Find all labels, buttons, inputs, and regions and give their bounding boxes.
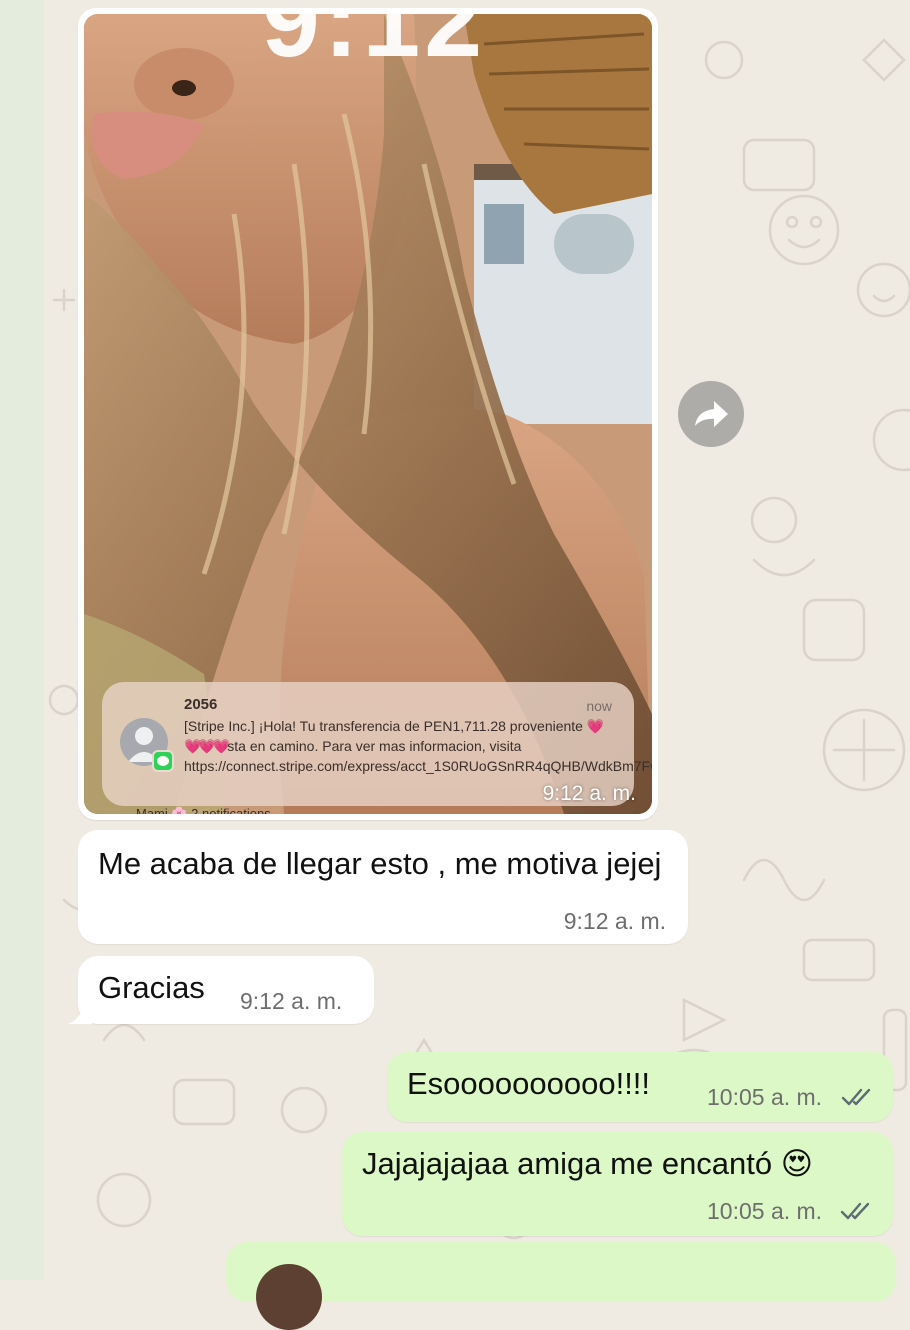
image-timestamp: 9:12 a. m. <box>542 782 636 805</box>
next-notification-peek: Mami 🌸 2 notifications <box>136 806 271 814</box>
messages-app-icon <box>152 750 174 772</box>
message-text: Gracias <box>98 970 205 1005</box>
message-time: 9:12 a. m. <box>240 988 343 1014</box>
notification-time: now <box>586 698 612 714</box>
bubble-tail <box>68 1002 92 1024</box>
message-time: 10:05 a. m. <box>707 1198 823 1224</box>
double-check-icon <box>840 1202 870 1220</box>
image-message[interactable]: 9:12 2056 now [Stripe Inc.] ¡Hola! Tu tr… <box>78 8 658 820</box>
outgoing-image-message-partial[interactable] <box>226 1242 896 1330</box>
message-time: 9:12 a. m. <box>563 908 666 934</box>
screenshot-photo[interactable]: 9:12 2056 now [Stripe Inc.] ¡Hola! Tu tr… <box>84 14 652 814</box>
forward-button[interactable] <box>678 381 744 447</box>
outgoing-message[interactable]: Esoooooooooo!!!! 10:05 a. m. <box>387 1052 893 1122</box>
outgoing-message[interactable]: Jajajajajaa amiga me encantó 😍 10:05 a. … <box>342 1132 893 1236</box>
image-thumbnail <box>256 1264 322 1330</box>
double-check-icon <box>841 1088 871 1106</box>
notification-text: [Stripe Inc.] ¡Hola! Tu transferencia de… <box>184 716 652 776</box>
incoming-message[interactable]: Me acaba de llegar esto , me motiva jeje… <box>78 830 688 944</box>
message-text: Me acaba de llegar esto , me motiva jeje… <box>98 846 662 881</box>
notification-sender: 2056 <box>184 696 218 713</box>
notification-text-start: [Stripe Inc.] ¡Hola! Tu transferencia de… <box>184 718 587 734</box>
message-time: 10:05 a. m. <box>707 1084 823 1110</box>
incoming-message[interactable]: Gracias 9:12 a. m. <box>68 956 374 1024</box>
forward-icon <box>695 401 728 427</box>
notification-text-end: sta en camino. Para ver mas informacion,… <box>184 738 652 774</box>
lock-screen-clock: 9:12 <box>261 14 487 79</box>
message-text: Jajajajajaa amiga me encantó 😍 <box>362 1146 814 1181</box>
side-panel-edge <box>0 0 45 1280</box>
message-text: Esoooooooooo!!!! <box>407 1066 651 1101</box>
